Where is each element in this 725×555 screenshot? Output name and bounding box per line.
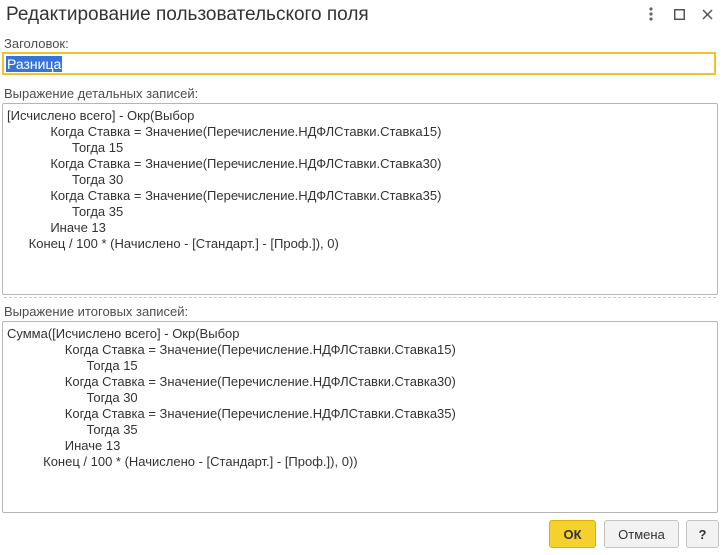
close-button[interactable] <box>693 4 721 24</box>
code-line: Когда Ставка = Значение(Перечисление.НДФ… <box>7 156 442 171</box>
title-input[interactable]: Разница <box>2 52 716 75</box>
code-line: Тогда 15 <box>7 358 138 373</box>
more-actions-button[interactable] <box>637 4 665 24</box>
code-line: Конец / 100 * (Начислено - [Стандарт.] -… <box>7 236 339 251</box>
close-icon <box>701 8 713 20</box>
code-line: Когда Ставка = Значение(Перечисление.НДФ… <box>7 374 456 389</box>
title-input-value: Разница <box>6 56 63 72</box>
ok-button[interactable]: ОК <box>549 520 596 548</box>
maximize-button[interactable] <box>665 4 693 24</box>
code-line: [Исчислено всего] - Окр(Выбор <box>7 108 195 123</box>
total-expression-editor[interactable]: Сумма([Исчислено всего] - Окр(Выбор Когд… <box>2 321 718 513</box>
cancel-button[interactable]: Отмена <box>604 520 679 548</box>
help-button[interactable]: ? <box>686 520 719 548</box>
detail-expression-editor[interactable]: [Исчислено всего] - Окр(Выбор Когда Став… <box>2 103 718 295</box>
code-line: Когда Ставка = Значение(Перечисление.НДФ… <box>7 124 442 139</box>
code-line: Сумма([Исчислено всего] - Окр(Выбор <box>7 326 240 341</box>
code-line: Иначе 13 <box>7 438 121 453</box>
code-line: Тогда 30 <box>7 390 138 405</box>
total-expression-label: Выражение итоговых записей: <box>4 304 189 319</box>
title-field-label: Заголовок: <box>4 36 69 51</box>
detail-expression-label: Выражение детальных записей: <box>4 86 199 101</box>
code-line: Тогда 35 <box>7 204 124 219</box>
code-line: Конец / 100 * (Начислено - [Стандарт.] -… <box>7 454 358 469</box>
dialog-title: Редактирование пользовательского поля <box>6 4 369 25</box>
code-line: Тогда 35 <box>7 422 138 437</box>
code-line: Тогда 15 <box>7 140 124 155</box>
code-line: Тогда 30 <box>7 172 124 187</box>
code-line: Иначе 13 <box>7 220 106 235</box>
pane-splitter[interactable] <box>4 297 716 298</box>
more-vertical-icon <box>649 7 653 21</box>
maximize-icon <box>673 8 685 20</box>
code-line: Когда Ставка = Значение(Перечисление.НДФ… <box>7 342 456 357</box>
window-controls <box>637 4 721 24</box>
code-line: Когда Ставка = Значение(Перечисление.НДФ… <box>7 188 442 203</box>
code-line: Когда Ставка = Значение(Перечисление.НДФ… <box>7 406 456 421</box>
edit-custom-field-dialog: Редактирование пользовательского поля За… <box>0 0 725 555</box>
